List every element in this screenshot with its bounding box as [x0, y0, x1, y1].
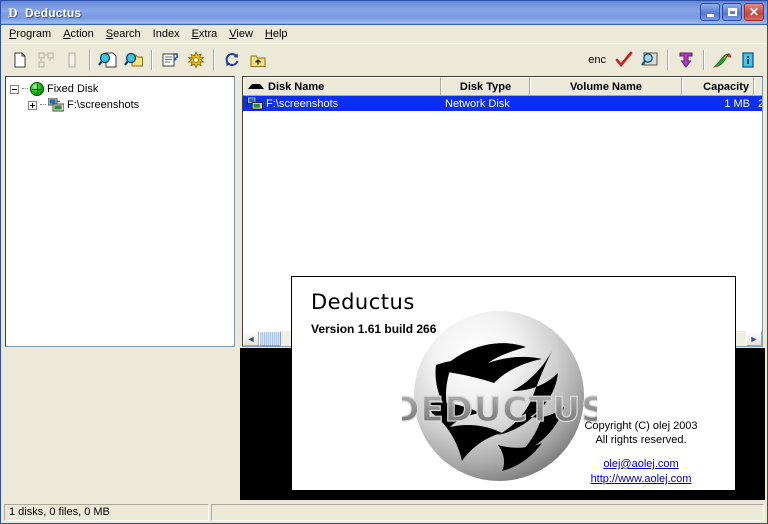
search-folder-icon[interactable] [121, 47, 147, 73]
column-header-volume-name[interactable]: Volume Name [530, 77, 682, 95]
close-button[interactable]: ✕ [744, 3, 764, 21]
green-globe-icon [30, 82, 44, 96]
cell-volume-name [530, 96, 682, 111]
about-product-name: Deductus [311, 290, 415, 314]
title-bar: D Deductus ✕ [1, 1, 767, 25]
tree-connector [40, 104, 46, 106]
minimize-icon [706, 13, 714, 17]
toolbar-separator [667, 50, 669, 70]
column-header-created[interactable]: Created [754, 77, 762, 95]
menu-search[interactable]: Search [100, 26, 147, 42]
delete-icon [59, 47, 85, 73]
toolbar-separator [213, 50, 215, 70]
application-window: D Deductus ✕ PProgramrogram Action Searc… [0, 0, 768, 524]
network-disk-icon [47, 97, 65, 112]
about-copyright-line: Copyright (C) olej 2003 [584, 420, 698, 432]
refresh-icon[interactable] [219, 47, 245, 73]
menu-index[interactable]: Index [147, 26, 186, 42]
sort-ascending-icon [248, 84, 264, 89]
scroll-right-button[interactable]: ► [746, 331, 762, 346]
column-header-label: Disk Name [268, 80, 325, 93]
folder-up-icon[interactable] [245, 47, 271, 73]
column-header-label: Volume Name [570, 80, 642, 93]
expand-toggle-screenshots[interactable] [28, 100, 37, 110]
reorganize-icon [33, 47, 59, 73]
info-icon[interactable] [735, 47, 761, 73]
about-email-link[interactable]: olej@aolej.com [603, 458, 678, 470]
menu-help[interactable]: Help [259, 26, 294, 42]
tree-node-fixed-disk[interactable]: Fixed Disk [10, 81, 232, 97]
column-header-label: Capacity [703, 80, 749, 93]
download-icon[interactable] [673, 47, 699, 73]
toolbar-separator [89, 50, 91, 70]
scroll-left-button[interactable]: ◄ [243, 331, 259, 346]
zoom-icon[interactable] [637, 47, 663, 73]
menu-view[interactable]: View [223, 26, 259, 42]
status-counts: 1 disks, 0 files, 0 MB [4, 503, 209, 521]
window-controls: ✕ [700, 3, 764, 21]
properties-icon[interactable] [157, 47, 183, 73]
toolbar-separator [703, 50, 705, 70]
cell-created: 22/11/2011 [754, 96, 762, 111]
cell-text: F:\screenshots [266, 97, 339, 110]
new-document-icon[interactable] [7, 47, 33, 73]
scrollbar-thumb[interactable] [259, 331, 281, 346]
about-copyright-block: Copyright (C) olej 2003 All rights reser… [561, 419, 721, 447]
table-row[interactable]: F:\screenshots Network Disk 1 MB 22/11/2… [243, 96, 762, 111]
minimize-button[interactable] [700, 3, 720, 21]
gear-icon[interactable] [183, 47, 209, 73]
network-disk-icon [247, 96, 263, 110]
tree-node-label: Fixed Disk [47, 83, 99, 95]
deductus-d-icon: D [8, 4, 18, 20]
tree-connector [22, 88, 28, 90]
menu-extra[interactable]: Extra [186, 26, 224, 42]
tree-node-label: F:\screenshots [67, 99, 140, 111]
search-disk-icon[interactable] [95, 47, 121, 73]
parrot-icon[interactable] [709, 47, 735, 73]
about-website-link[interactable]: http://www.aolej.com [591, 473, 692, 485]
about-links: olej@aolej.com http://www.aolej.com [561, 457, 721, 487]
menu-action[interactable]: Action [57, 26, 100, 42]
maximize-button[interactable] [722, 3, 742, 21]
toolbar-separator [151, 50, 153, 70]
window-title: Deductus [25, 5, 82, 20]
column-header-disk-type[interactable]: Disk Type [441, 77, 530, 95]
cell-capacity: 1 MB [724, 97, 750, 110]
maximize-icon [727, 8, 737, 16]
column-header-capacity[interactable]: Capacity [682, 77, 754, 95]
column-header-label: Disk Type [459, 80, 512, 93]
collapse-toggle-fixed-disk[interactable] [10, 84, 19, 94]
close-icon: ✕ [748, 5, 760, 19]
tree-node-screenshots[interactable]: F:\screenshots [10, 97, 232, 113]
column-header-disk-name[interactable]: Disk Name [243, 77, 441, 95]
pane-splitter[interactable] [235, 76, 242, 347]
status-secondary [211, 503, 764, 521]
enc-label: enc [588, 54, 606, 66]
check-icon[interactable] [611, 47, 637, 73]
menu-bar: PProgramrogram Action Search Index Extra… [1, 25, 767, 43]
about-dialog[interactable]: Deductus Version 1.61 build 266 DEDUCTUS… [291, 276, 736, 491]
menu-program[interactable]: PProgramrogram [3, 26, 57, 42]
cell-disk-name: F:\screenshots [243, 96, 441, 111]
cell-disk-type: Network Disk [445, 97, 510, 110]
disk-tree-view[interactable]: Fixed Disk F:\screenshots [5, 76, 235, 347]
about-rights-line: All rights reserved. [595, 434, 687, 446]
toolbar: enc [1, 43, 767, 76]
list-header-row: Disk Name Disk Type Volume Name Capacity… [243, 77, 762, 96]
status-bar: 1 disks, 0 files, 0 MB [1, 503, 767, 523]
